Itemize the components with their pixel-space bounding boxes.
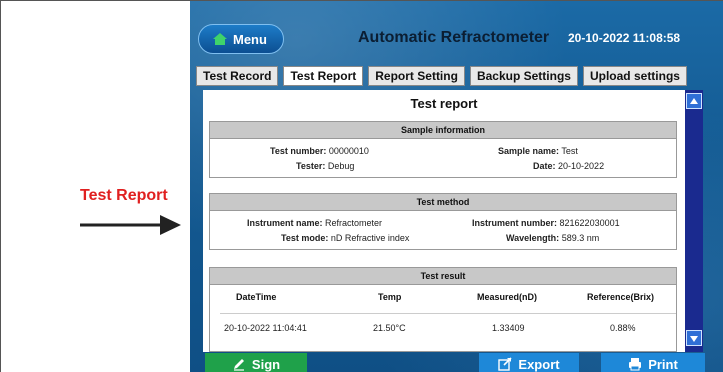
field-value: 821622030001	[559, 218, 620, 228]
export-label: Export	[518, 356, 560, 372]
table-cell: 21.50°C	[373, 323, 406, 333]
wavelength-row: Wavelength: 589.3 nm	[506, 233, 599, 243]
printer-icon	[629, 358, 642, 371]
export-button[interactable]: Export	[479, 353, 579, 372]
annotation-panel	[0, 0, 190, 372]
home-icon	[213, 33, 227, 45]
tab-report-setting[interactable]: Report Setting	[368, 66, 465, 86]
field-label: Wavelength:	[506, 233, 560, 243]
report-content[interactable]: Test report Sample information Test numb…	[203, 90, 685, 352]
print-label: Print	[648, 356, 678, 372]
print-button[interactable]: Print	[601, 353, 705, 372]
device-screen: Menu Automatic Refractometer 20-10-2022 …	[190, 0, 723, 372]
field-label: Instrument number:	[472, 218, 558, 228]
column-header: DateTime	[236, 292, 277, 302]
field-value: Test	[561, 146, 578, 156]
tab-upload-settings[interactable]: Upload settings	[582, 66, 687, 86]
section-heading: Test method	[210, 194, 676, 211]
test-result-section: Test result DateTime Temp Measured(nD) R…	[209, 267, 677, 352]
field-value: nD Refractive index	[330, 233, 410, 243]
column-header: Temp	[378, 292, 402, 302]
table-cell: 0.88%	[610, 323, 636, 333]
field-label: Test mode:	[281, 233, 329, 243]
field-label: Instrument name:	[247, 218, 323, 228]
column-header: Reference(Brix)	[587, 292, 655, 302]
arrow-right-icon	[80, 215, 181, 235]
test-method-section: Test method Instrument name: Refractomet…	[209, 193, 677, 250]
field-value: 20-10-2022	[558, 161, 605, 171]
section-heading: Test result	[210, 268, 676, 285]
pen-icon	[233, 359, 244, 371]
page: Test Report Menu Automatic Refractometer…	[0, 0, 723, 372]
datetime: 20-10-2022 11:08:58	[568, 31, 681, 45]
sample-info-section: Sample information Test number: 00000010…	[209, 121, 677, 178]
field-label: Tester:	[296, 161, 326, 171]
table-cell: 20-10-2022 11:04:41	[224, 323, 307, 333]
tab-test-report[interactable]: Test Report	[283, 66, 364, 86]
scroll-up-icon[interactable]	[686, 93, 702, 109]
field-label: Test number:	[270, 146, 327, 156]
tester-row: Tester: Debug	[296, 161, 354, 171]
scrollbar[interactable]	[685, 90, 703, 352]
scroll-down-icon[interactable]	[686, 330, 702, 346]
tab-test-record[interactable]: Test Record	[196, 66, 279, 86]
menu-button[interactable]: Menu	[198, 24, 284, 54]
callout-label: Test Report	[80, 187, 168, 204]
date-row: Date: 20-10-2022	[533, 161, 604, 171]
app-title: Automatic Refractometer	[358, 29, 550, 46]
table-cell: 1.33409	[492, 323, 525, 333]
tab-bar: Test Record Test Report Report Setting B…	[196, 66, 687, 86]
field-value: Debug	[327, 161, 355, 171]
sign-button[interactable]: Sign	[205, 353, 307, 372]
divider	[220, 313, 676, 314]
field-value: 589.3 nm	[561, 233, 600, 243]
instrument-name-row: Instrument name: Refractometer	[247, 218, 382, 228]
instrument-number-row: Instrument number: 821622030001	[472, 218, 620, 228]
sample-name-row: Sample name: Test	[498, 146, 578, 156]
section-heading: Sample information	[210, 122, 676, 139]
test-mode-row: Test mode: nD Refractive index	[281, 233, 409, 243]
tab-backup-settings[interactable]: Backup Settings	[469, 66, 578, 86]
field-label: Date:	[533, 161, 556, 171]
report-title: Test report	[410, 96, 478, 111]
column-header: Measured(nD)	[477, 292, 538, 302]
test-number-row: Test number: 00000010	[270, 146, 369, 156]
export-icon	[498, 357, 512, 371]
menu-label: Menu	[233, 31, 267, 47]
field-label: Sample name:	[498, 146, 560, 156]
field-value: Refractometer	[325, 218, 383, 228]
sign-label: Sign	[251, 356, 281, 372]
field-value: 00000010	[328, 146, 369, 156]
